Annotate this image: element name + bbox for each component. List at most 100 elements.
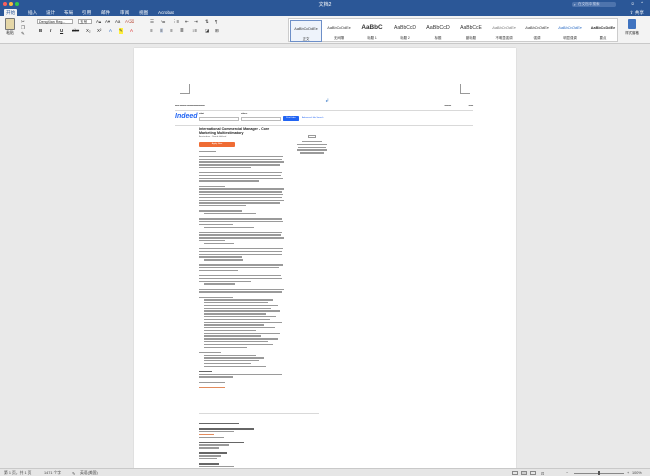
style-strong[interactable]: AaBbCcDdEe 要点	[587, 20, 619, 42]
styles-pane-icon	[628, 19, 636, 29]
align-right-icon[interactable]: ≡	[170, 28, 173, 33]
title-bar: 文档2 ⌕ 在文档中搜索 ☺ ⌃	[0, 0, 650, 8]
borders-icon[interactable]: ⊞	[215, 28, 219, 34]
align-center-icon[interactable]: ≡	[160, 28, 163, 33]
share-button[interactable]: ⇪ 共享	[630, 9, 644, 16]
word-count[interactable]: 1471 个字	[44, 471, 61, 476]
style-sample: AaBbCcDdEe	[525, 26, 549, 30]
print-layout-view-icon[interactable]	[512, 470, 518, 475]
tab-home[interactable]: 开始	[4, 9, 18, 16]
font-name-select[interactable]: DengXian Reg...	[37, 19, 73, 24]
tab-design[interactable]: 设计	[44, 9, 57, 16]
zoom-in-icon[interactable]: +	[627, 471, 629, 475]
proofing-icon[interactable]: ✎	[72, 471, 75, 476]
font-color-icon[interactable]: A	[130, 28, 133, 33]
increase-indent-icon[interactable]: ⇥	[194, 19, 198, 25]
style-sample: AaBbCcD	[426, 25, 450, 31]
web-divider	[175, 125, 473, 126]
tab-layout[interactable]: 布局	[62, 9, 75, 16]
search-placeholder: 在文档中搜索	[578, 1, 600, 6]
paste-options-icon[interactable]: ↲	[325, 98, 329, 104]
bold-button[interactable]: B	[39, 28, 42, 33]
tab-references[interactable]: 引用	[80, 9, 93, 16]
decrease-indent-icon[interactable]: ⇤	[185, 19, 189, 25]
ribbon-tabs: 开始 插入 设计 布局 引用 邮件 审阅 视图 Acrobat ⇪ 共享	[0, 8, 650, 16]
crop-mark-top-right	[460, 84, 470, 94]
line-spacing-icon[interactable]: ↕≡	[192, 28, 197, 33]
advanced-search-link: Advanced Job Search	[302, 117, 324, 119]
style-heading-2[interactable]: AaBbCcD 标题 2	[389, 20, 421, 42]
format-painter-icon[interactable]: ✎	[21, 31, 25, 37]
style-sample: AaBbCcDdEe	[294, 27, 318, 31]
style-title[interactable]: AaBbCcD 标题	[422, 20, 454, 42]
align-left-icon[interactable]: ≡	[150, 28, 153, 33]
style-subtle-emphasis[interactable]: AaBbCcDdEe 不明显强调	[488, 20, 520, 42]
superscript-button[interactable]: X²	[97, 28, 101, 33]
strikethrough-button[interactable]: abc	[72, 28, 79, 33]
style-sample: AaBbCcDdEe	[558, 26, 582, 30]
style-heading-1[interactable]: AaBbC 标题 1	[356, 20, 388, 42]
subscript-button[interactable]: X₂	[86, 28, 91, 33]
clipboard-icon	[5, 18, 15, 30]
style-sample: AaBbCcDdEe	[327, 26, 351, 30]
style-sample: AaBbCcDdEe	[590, 26, 616, 30]
zoom-slider-handle[interactable]	[598, 470, 600, 475]
window-title: 文档2	[318, 2, 332, 8]
document-page[interactable]: ↲ ▬▬ ▬▬▬ ▬▬▬▬▬▬▬▬ ▬▬▬ ▬▬ Indeed what whe…	[134, 48, 516, 468]
style-emphasis[interactable]: AaBbCcDdEe 强调	[521, 20, 553, 42]
style-name: 正文	[302, 37, 310, 41]
numbering-icon[interactable]: ≔	[161, 19, 165, 25]
bullets-icon[interactable]: ☰	[150, 19, 154, 25]
tab-insert[interactable]: 插入	[26, 9, 39, 16]
text-effects-icon[interactable]: A	[109, 28, 112, 33]
tab-mailings[interactable]: 邮件	[99, 9, 112, 16]
change-case-icon[interactable]: Aa	[115, 19, 120, 24]
styles-pane-label: 样式窗格	[625, 31, 639, 35]
font-size-value: 五号	[80, 20, 88, 24]
multilevel-list-icon[interactable]: ⋮≡	[172, 19, 179, 25]
shrink-font-icon[interactable]: A▾	[105, 19, 110, 25]
web-divider	[199, 413, 319, 414]
document-canvas[interactable]: ↲ ▬▬ ▬▬▬ ▬▬▬▬▬▬▬▬ ▬▬▬ ▬▬ Indeed what whe…	[0, 45, 650, 468]
web-nav-post: ▬▬	[468, 105, 473, 107]
find-jobs-button: Find Jobs	[283, 116, 299, 121]
paste-button[interactable]: 粘贴	[3, 18, 17, 36]
tab-review[interactable]: 审阅	[118, 9, 131, 16]
style-name: 强调	[533, 36, 541, 40]
style-intense-emphasis[interactable]: AaBbCcDdEe 明显强调	[554, 20, 586, 42]
focus-icon[interactable]: ⊡	[541, 471, 544, 476]
tab-acrobat[interactable]: Acrobat	[156, 9, 176, 16]
underline-button[interactable]: U	[60, 28, 63, 33]
style-normal[interactable]: AaBbCcDdEe 正文	[290, 20, 322, 42]
style-no-spacing[interactable]: AaBbCcDdEe 无间隔	[323, 20, 355, 42]
styles-pane-button[interactable]: 样式窗格	[620, 19, 644, 35]
web-nav-signin: ▬▬▬	[444, 105, 451, 107]
document-search-input[interactable]: ⌕ 在文档中搜索	[572, 1, 616, 7]
job-location: Amsterdam · Noord-Holland	[199, 136, 227, 139]
grow-font-icon[interactable]: A▴	[96, 19, 101, 25]
clear-format-icon[interactable]: A⌫	[125, 19, 134, 25]
page-count[interactable]: 第 1 页，共 1 页	[4, 471, 31, 476]
tab-view[interactable]: 视图	[137, 9, 150, 16]
style-sample: AaBbCcD	[394, 25, 416, 31]
style-subtitle[interactable]: AaBbCcE 副标题	[455, 20, 487, 42]
status-bar: 第 1 页，共 1 页 1471 个字 ✎ 英语(美国) ⊡ − + 100%	[0, 468, 650, 476]
shading-icon[interactable]: ◪	[205, 28, 209, 34]
web-search-row: what where Find Jobs Advanced Job Search	[199, 113, 439, 123]
web-layout-view-icon[interactable]	[521, 470, 527, 475]
font-size-select[interactable]: 五号	[78, 19, 92, 24]
sort-icon[interactable]: ⇅	[205, 19, 209, 25]
zoom-level[interactable]: 100%	[632, 471, 642, 475]
focus-view-icon[interactable]	[530, 470, 536, 475]
language-status[interactable]: 英语(美国)	[80, 471, 98, 476]
show-marks-icon[interactable]: ¶	[215, 19, 217, 24]
justify-icon[interactable]: ≣	[180, 28, 184, 34]
highlight-icon[interactable]: ✎	[119, 28, 123, 34]
zoom-out-icon[interactable]: −	[566, 471, 568, 475]
style-name: 标题 1	[367, 36, 377, 40]
style-name: 明显强调	[563, 36, 577, 40]
job-posting: International Commercial Manager - Core …	[199, 127, 285, 390]
pasted-web-content: ▬▬ ▬▬▬ ▬▬▬▬▬▬▬▬ ▬▬▬ ▬▬ Indeed what where…	[171, 105, 477, 468]
italic-button[interactable]: I	[50, 28, 51, 33]
account-icons[interactable]: ☺ ⌃	[630, 1, 646, 7]
